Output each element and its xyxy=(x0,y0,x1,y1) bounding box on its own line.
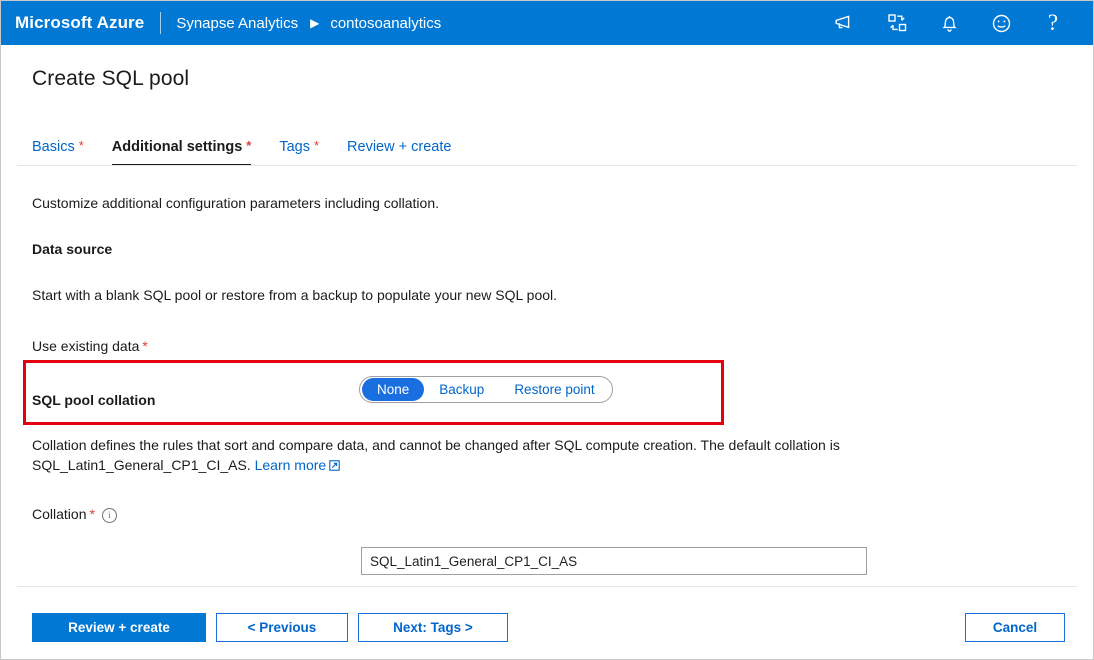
tab-tags[interactable]: Tags * xyxy=(279,138,319,166)
page-title: Create SQL pool xyxy=(32,67,189,91)
breadcrumb-item-synapse-analytics[interactable]: Synapse Analytics xyxy=(176,15,298,32)
tab-review-create[interactable]: Review + create xyxy=(347,139,451,166)
next-tags-button[interactable]: Next: Tags > xyxy=(358,613,508,642)
info-icon[interactable]: i xyxy=(102,508,117,523)
create-sql-pool-blade: Create SQL pool Basics * Additional setti… xyxy=(1,45,1093,659)
collation-field-label-text: Collation xyxy=(32,506,86,522)
azure-brand-logo-text[interactable]: Microsoft Azure xyxy=(1,13,144,33)
section-heading-sql-pool-collation: SQL pool collation xyxy=(32,392,155,408)
previous-button[interactable]: < Previous xyxy=(216,613,348,642)
choice-option-backup[interactable]: Backup xyxy=(424,378,499,401)
feedback-smiley-icon[interactable] xyxy=(975,1,1027,45)
breadcrumb-item-contosoanalytics[interactable]: contosoanalytics xyxy=(330,15,441,32)
tab-additional-settings-label: Additional settings xyxy=(112,139,243,155)
learn-more-link[interactable]: Learn more xyxy=(255,457,341,473)
use-existing-data-label-text: Use existing data xyxy=(32,338,139,354)
tab-review-create-label: Review + create xyxy=(347,139,451,155)
choice-option-restore-point[interactable]: Restore point xyxy=(499,378,609,401)
footer-divider xyxy=(17,586,1077,587)
tab-basics-label: Basics xyxy=(32,139,75,155)
learn-more-label: Learn more xyxy=(255,457,327,473)
collation-description-line1: Collation defines the rules that sort an… xyxy=(32,437,639,453)
breadcrumb: Synapse Analytics ▶ contosoanalytics xyxy=(176,15,441,32)
tab-basics-required-mark: * xyxy=(79,138,84,153)
azure-top-navigation-bar: Microsoft Azure Synapse Analytics ▶ cont… xyxy=(1,1,1093,45)
collation-description: Collation defines the rules that sort an… xyxy=(32,435,862,476)
cancel-button[interactable]: Cancel xyxy=(965,613,1065,642)
help-question-icon[interactable]: ? xyxy=(1027,1,1079,45)
use-existing-data-choice-group[interactable]: None Backup Restore point xyxy=(359,376,613,403)
tab-additional-settings[interactable]: Additional settings* xyxy=(112,138,252,166)
tab-additional-settings-required-mark: * xyxy=(246,138,251,153)
directory-switch-icon[interactable] xyxy=(871,1,923,45)
use-existing-data-required-mark: * xyxy=(142,338,147,354)
intro-text: Customize additional configuration param… xyxy=(32,193,439,213)
use-existing-data-label: Use existing data* xyxy=(32,338,148,354)
section-heading-data-source: Data source xyxy=(32,241,112,257)
wizard-tabs: Basics* Additional settings* Tags* Revie… xyxy=(32,129,479,166)
review-create-button[interactable]: Review + create xyxy=(32,613,206,642)
topbar-action-icons: ? xyxy=(819,1,1093,45)
notifications-bell-icon[interactable] xyxy=(923,1,975,45)
breadcrumb-chevron-right-icon: ▶ xyxy=(310,17,319,29)
tabs-divider xyxy=(17,165,1077,166)
data-source-description: Start with a blank SQL pool or restore f… xyxy=(32,285,557,305)
collation-required-mark: * xyxy=(89,506,94,522)
tab-basics[interactable]: Basics * xyxy=(32,138,84,166)
external-link-icon xyxy=(329,456,340,476)
choice-option-none[interactable]: None xyxy=(362,378,424,401)
collation-field-label: Collation* i xyxy=(32,506,117,523)
brand-divider xyxy=(160,12,161,34)
collation-input[interactable] xyxy=(361,547,867,575)
announcements-icon[interactable] xyxy=(819,1,871,45)
tab-tags-label: Tags xyxy=(279,139,310,155)
tab-tags-required-mark: * xyxy=(314,138,319,153)
azure-portal-screenshot: Microsoft Azure Synapse Analytics ▶ cont… xyxy=(0,0,1094,660)
